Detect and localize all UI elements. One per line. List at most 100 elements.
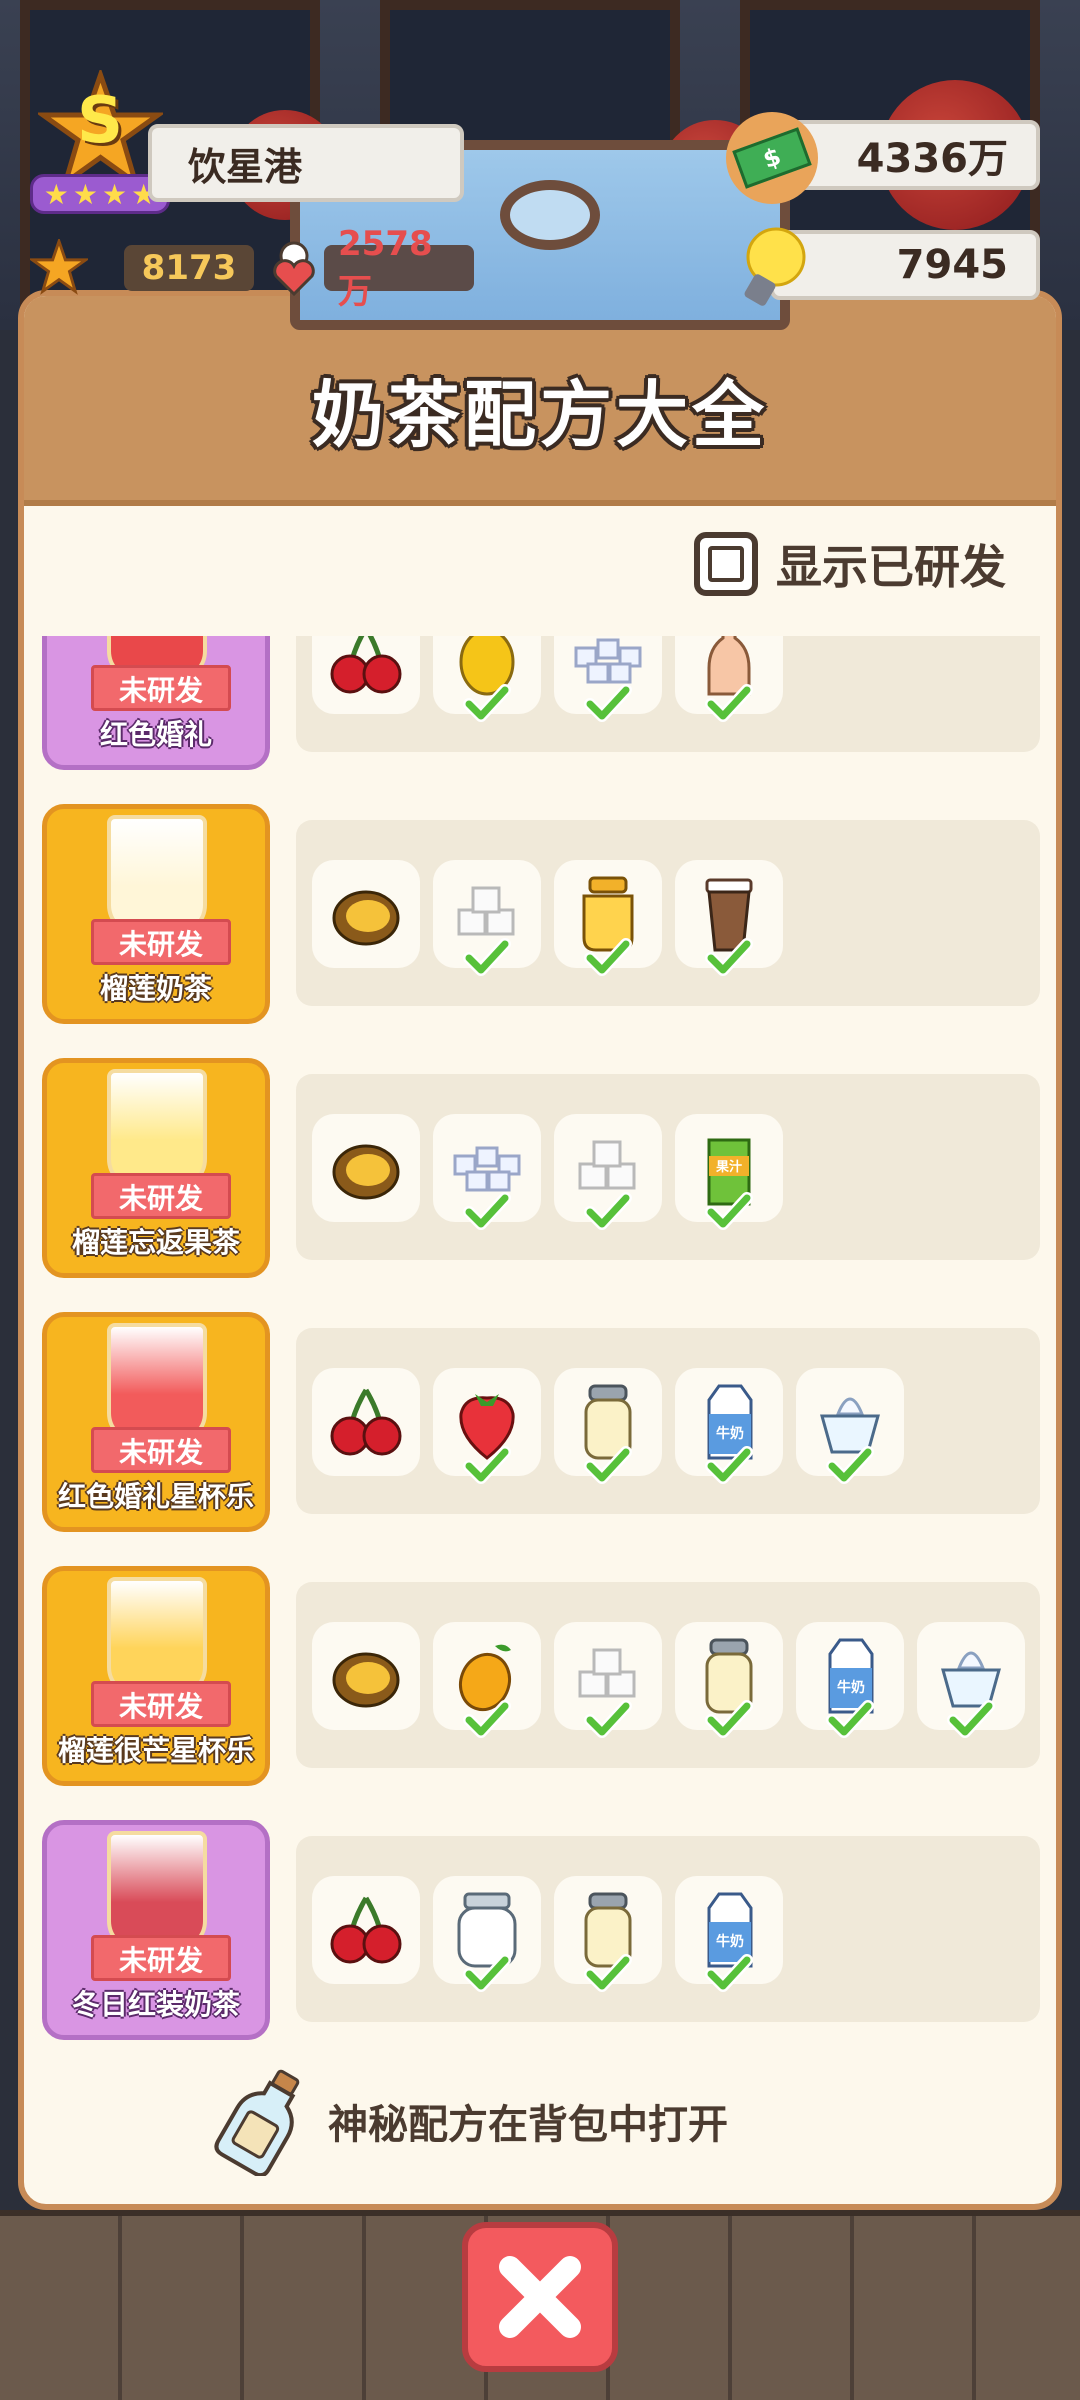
star-icon xyxy=(30,239,88,295)
ice-cream-icon[interactable] xyxy=(917,1622,1025,1738)
sugar-cube-icon[interactable] xyxy=(554,1622,662,1738)
lemon-icon[interactable] xyxy=(433,636,541,722)
cherry-icon[interactable] xyxy=(312,1368,420,1476)
ingredient-list xyxy=(296,820,1040,1006)
recipe-name: 红色婚礼星杯乐 xyxy=(57,1480,254,1513)
checkmark-icon xyxy=(705,1174,753,1230)
drink-cup-icon xyxy=(107,1577,207,1697)
show-researched-toggle[interactable]: 显示已研发 xyxy=(694,531,1006,597)
ingredient-list: 牛奶 xyxy=(296,1328,1040,1514)
mango-icon[interactable] xyxy=(433,1622,541,1738)
checkmark-icon xyxy=(705,666,753,722)
lightbulb-svg xyxy=(744,227,806,306)
checkmark-icon xyxy=(705,1428,753,1484)
mystery-recipe-tip: 神秘配方在背包中打开 xyxy=(214,2066,728,2176)
stat-row: 8173 2578万 xyxy=(30,224,474,312)
ingredient-list: 果汁 xyxy=(296,1074,1040,1260)
cream-jar-icon[interactable] xyxy=(554,1876,662,1992)
sugar-cube-icon[interactable] xyxy=(433,860,541,976)
close-button[interactable] xyxy=(462,2222,618,2372)
recipe-card[interactable]: 未研发榴莲忘返果茶 xyxy=(42,1058,270,1278)
recipe-row: 未研发 榴莲奶茶 xyxy=(24,804,1056,1034)
svg-text:果汁: 果汁 xyxy=(715,1159,742,1175)
syrup-bottle-icon[interactable] xyxy=(675,636,783,722)
cherry-icon[interactable] xyxy=(312,1876,420,1984)
checkmark-icon xyxy=(584,666,632,722)
recipe-row: 未研发冬日红装奶茶 牛奶 xyxy=(24,1820,1056,2050)
checkmark-icon xyxy=(463,1428,511,1484)
checkmark-icon xyxy=(584,1682,632,1738)
fans-heart-icon xyxy=(273,241,315,297)
checkmark-icon xyxy=(826,1682,874,1738)
cream-jar-icon[interactable] xyxy=(554,1368,662,1484)
drink-cup-icon xyxy=(107,815,207,935)
not-researched-badge: 未研发 xyxy=(91,1935,231,1981)
cherry-icon[interactable] xyxy=(312,636,420,714)
checkmark-icon xyxy=(463,666,511,722)
recipe-card[interactable]: 未研发红色婚礼星杯乐 xyxy=(42,1312,270,1532)
cash-icon: $ xyxy=(732,127,812,189)
recipe-card[interactable]: 未研发冬日红装奶茶 xyxy=(42,1820,270,2040)
checkmark-icon xyxy=(826,1428,874,1484)
sugar-cube-icon[interactable] xyxy=(554,1114,662,1230)
checkmark-icon xyxy=(705,1682,753,1738)
checkmark-icon xyxy=(705,1936,753,1992)
checkmark-icon xyxy=(584,1428,632,1484)
close-icon xyxy=(499,2256,581,2338)
recipe-row: 未研发红色婚礼 xyxy=(24,636,1056,780)
checkmark-icon xyxy=(584,1174,632,1230)
not-researched-badge: 未研发 xyxy=(91,1681,231,1727)
recipe-name: 榴莲忘返果茶 xyxy=(71,1226,240,1259)
checkmark-icon xyxy=(463,1682,511,1738)
ingredient-list: 牛奶 xyxy=(296,1582,1040,1768)
recipe-card[interactable]: 未研发 榴莲奶茶 xyxy=(42,804,270,1024)
mystery-recipe-text: 神秘配方在背包中打开 xyxy=(328,2102,728,2148)
recipe-book-panel: 奶茶配方大全 显示已研发 未研发 红色婚礼 未研发 榴莲奶茶 未研发 榴莲忘返果茶 果汁 未研… xyxy=(18,290,1062,2210)
recipe-list[interactable]: 未研发 红色婚礼 未研发 榴莲奶茶 未研发 榴莲忘返果茶 果汁 未研发 红色婚礼星杯乐 牛奶 未研发… xyxy=(24,636,1056,2076)
milk-carton-icon[interactable]: 牛奶 xyxy=(675,1876,783,1992)
panel-title: 奶茶配方大全 xyxy=(311,373,768,457)
durian-icon[interactable] xyxy=(312,860,420,968)
recipe-card[interactable]: 未研发红色婚礼 xyxy=(42,636,270,770)
not-researched-badge: 未研发 xyxy=(91,919,231,965)
show-researched-checkbox[interactable] xyxy=(694,532,758,596)
checkmark-icon xyxy=(705,920,753,976)
juice-box-icon[interactable]: 果汁 xyxy=(675,1114,783,1230)
durian-icon[interactable] xyxy=(312,1622,420,1730)
stars-count: 8173 xyxy=(124,245,254,291)
milk-carton-icon[interactable]: 牛奶 xyxy=(675,1368,783,1484)
drink-cup-icon xyxy=(107,1069,207,1189)
shop-name[interactable]: 饮星港 xyxy=(148,124,464,202)
cream-jar-icon[interactable] xyxy=(675,1622,783,1738)
checkmark-icon xyxy=(463,920,511,976)
glass-jar-icon[interactable] xyxy=(433,1876,541,1992)
drink-cup-icon xyxy=(107,1831,207,1951)
recipe-row: 未研发榴莲很芒星杯乐 牛奶 xyxy=(24,1566,1056,1796)
ice-cream-icon[interactable] xyxy=(796,1368,904,1484)
ingredient-list: 牛奶 xyxy=(296,1836,1040,2022)
star-icon: ★ xyxy=(72,177,98,211)
durian-icon[interactable] xyxy=(312,1114,420,1222)
not-researched-badge: 未研发 xyxy=(91,1427,231,1473)
coffee-cup-icon[interactable] xyxy=(675,860,783,976)
recipe-name: 冬日红装奶茶 xyxy=(71,1988,240,2021)
star-icon: ★ xyxy=(102,177,128,211)
ice-icon[interactable] xyxy=(554,636,662,722)
ingredient-list xyxy=(296,636,1040,752)
recipe-card[interactable]: 未研发榴莲很芒星杯乐 xyxy=(42,1566,270,1786)
ice-icon[interactable] xyxy=(433,1114,541,1230)
drink-cup-icon xyxy=(107,1323,207,1443)
not-researched-badge: 未研发 xyxy=(91,1173,231,1219)
fans-count: 2578万 xyxy=(324,224,474,312)
checkmark-icon xyxy=(463,1936,511,1992)
lightbulb-icon xyxy=(726,222,818,314)
show-researched-label: 显示已研发 xyxy=(776,540,1006,594)
honey-jar-icon[interactable] xyxy=(554,860,662,976)
recipe-name: 红色婚礼 xyxy=(99,718,212,751)
not-researched-badge: 未研发 xyxy=(91,665,231,711)
recipe-row: 未研发榴莲忘返果茶 果汁 xyxy=(24,1058,1056,1288)
recipe-name: 榴莲很芒星杯乐 xyxy=(57,1734,254,1767)
milk-carton-icon[interactable]: 牛奶 xyxy=(796,1622,904,1738)
strawberry-icon[interactable] xyxy=(433,1368,541,1484)
star-icon: ★ xyxy=(43,177,69,211)
